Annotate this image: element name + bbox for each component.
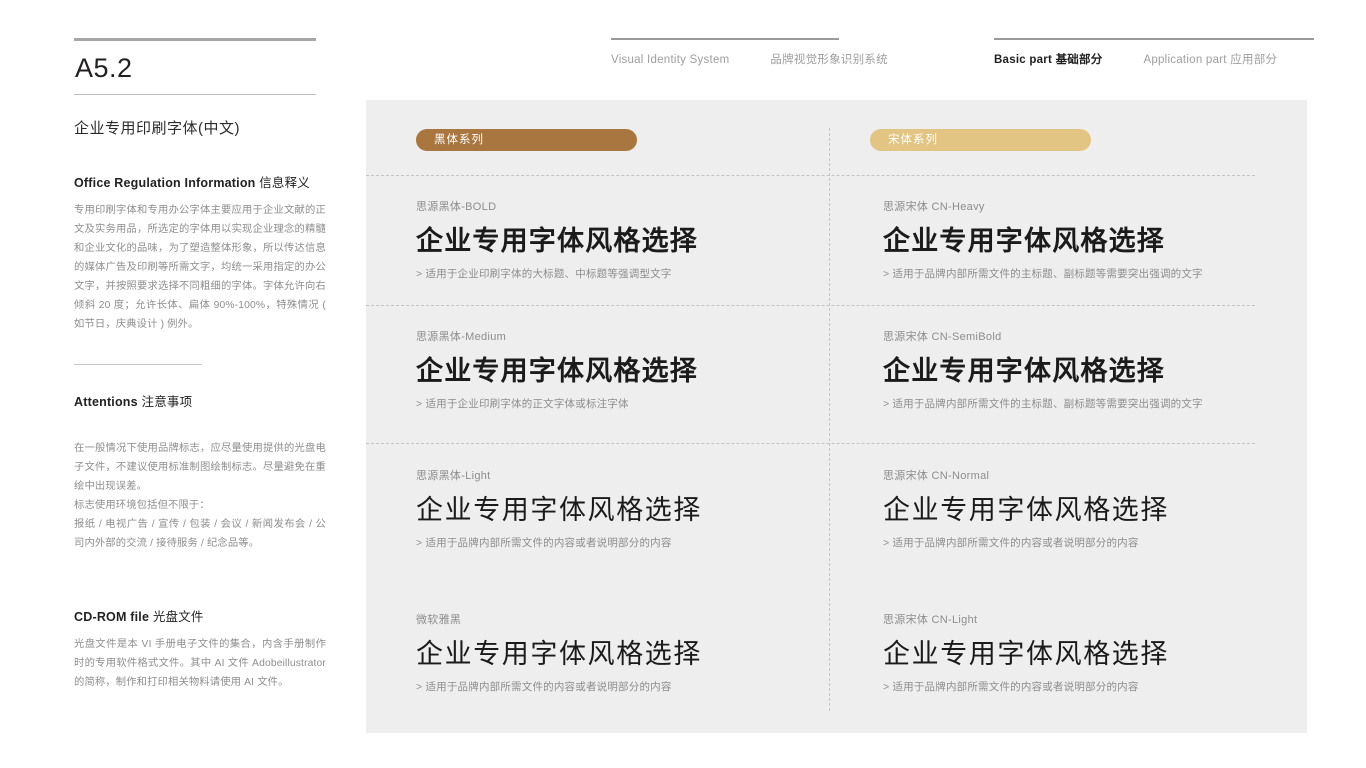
- section-heading-cn: 注意事项: [141, 395, 193, 410]
- grid-horizontal-divider: [366, 443, 1255, 444]
- font-sample-name: 思源黑体-BOLD: [416, 201, 497, 213]
- font-sample-text: 企业专用字体风格选择: [883, 639, 1169, 669]
- category-pill-heiti: 黑体系列: [416, 129, 637, 151]
- header-system-en: Visual Identity System: [611, 54, 730, 66]
- font-sample-text: 企业专用字体风格选择: [883, 226, 1165, 256]
- section-body-text: 光盘文件是本 VI 手册电子文件的集合，内含手册制作时的专用软件格式文件。其中 …: [74, 639, 326, 689]
- font-sample-name: 思源宋体 CN-Light: [883, 614, 978, 626]
- header-system-line: Visual Identity System 品牌视觉形象识别系统: [611, 51, 911, 67]
- font-sample-note: > 适用于品牌内部所需文件的主标题、副标题等需要突出强调的文字: [883, 268, 1203, 281]
- header-nav-group: Basic part 基础部分 Application part 应用部分: [994, 38, 1324, 67]
- header-rule-left: [611, 38, 839, 40]
- header: Visual Identity System 品牌视觉形象识别系统 Basic …: [611, 38, 1314, 78]
- section-heading: Office Regulation Information 信息释义: [74, 172, 330, 191]
- page-title: 企业专用印刷字体(中文): [74, 119, 240, 137]
- font-sample-block: 思源宋体 CN-Light 企业专用字体风格选择 > 适用于品牌内部所需文件的内…: [883, 611, 1313, 694]
- font-sample-text: 企业专用字体风格选择: [416, 226, 698, 256]
- section-heading-en: Attentions: [74, 395, 138, 410]
- font-sample-note: > 适用于品牌内部所需文件的内容或者说明部分的内容: [416, 681, 672, 694]
- section-heading: CD-ROM file 光盘文件: [74, 606, 330, 625]
- section-body: 光盘文件是本 VI 手册电子文件的集合，内含手册制作时的专用软件格式文件。其中 …: [74, 635, 326, 692]
- font-sample-name: 思源宋体 CN-Heavy: [883, 201, 985, 213]
- section-attentions: Attentions 注意事项 在一般情况下使用品牌标志，应尽量使用提供的光盘电…: [74, 391, 330, 572]
- font-sample-block: 思源黑体-Medium 企业专用字体风格选择 > 适用于企业印刷字体的正文字体或…: [416, 328, 846, 411]
- header-rule-right: [994, 38, 1314, 40]
- font-sample-note: > 适用于企业印刷字体的大标题、中标题等强调型文字: [416, 268, 672, 281]
- category-pill-songti: 宋体系列: [870, 129, 1091, 151]
- section-body: 在一般情况下使用品牌标志，应尽量使用提供的光盘电子文件，不建议使用标准制图绘制标…: [74, 420, 326, 572]
- page-code: A5.2: [75, 53, 133, 83]
- section-heading: Attentions 注意事项: [74, 391, 330, 410]
- font-sample-text: 企业专用字体风格选择: [883, 356, 1165, 386]
- font-sample-block: 思源黑体-Light 企业专用字体风格选择 > 适用于品牌内部所需文件的内容或者…: [416, 467, 846, 550]
- nav-application-part-en[interactable]: Application part: [1143, 54, 1226, 66]
- section-office-regulation: Office Regulation Information 信息释义 专用印刷字…: [74, 172, 330, 334]
- font-sample-name: 微软雅黑: [416, 614, 462, 626]
- section-heading-cn: 信息释义: [259, 175, 310, 190]
- font-sample-name: 思源宋体 CN-Normal: [883, 470, 990, 482]
- grid-horizontal-divider: [366, 175, 1255, 176]
- font-sample-text: 企业专用字体风格选择: [416, 356, 698, 386]
- font-sample-text: 企业专用字体风格选择: [416, 639, 702, 669]
- section-body-text: 在一般情况下使用品牌标志，应尽量使用提供的光盘电子文件，不建议使用标准制图绘制标…: [74, 443, 326, 550]
- font-sample-text: 企业专用字体风格选择: [883, 495, 1169, 525]
- section-cdrom-file: CD-ROM file 光盘文件 光盘文件是本 VI 手册电子文件的集合，内含手…: [74, 606, 330, 692]
- nav-application-part-cn[interactable]: 应用部分: [1230, 54, 1277, 66]
- nav-basic-part-en[interactable]: Basic part: [994, 54, 1052, 66]
- font-sample-name: 思源黑体-Light: [416, 470, 491, 482]
- font-sample-name: 思源黑体-Medium: [416, 331, 507, 343]
- section-heading-en: CD-ROM file: [74, 610, 150, 625]
- section-heading-en: Office Regulation Information: [74, 175, 256, 190]
- font-sample-block: 微软雅黑 企业专用字体风格选择 > 适用于品牌内部所需文件的内容或者说明部分的内…: [416, 611, 846, 694]
- grid-horizontal-divider: [366, 305, 1255, 306]
- font-sample-note: > 适用于品牌内部所需文件的内容或者说明部分的内容: [883, 537, 1139, 550]
- sidebar-section-divider: [74, 364, 202, 366]
- font-sample-block: 思源黑体-BOLD 企业专用字体风格选择 > 适用于企业印刷字体的大标题、中标题…: [416, 198, 846, 281]
- section-body: 专用印刷字体和专用办公字体主要应用于企业文献的正文及实务用品，所选定的字体用以实…: [74, 201, 326, 334]
- main-panel: 黑体系列 宋体系列 思源黑体-BOLD 企业专用字体风格选择 > 适用于企业印刷…: [366, 100, 1307, 733]
- font-sample-block: 思源宋体 CN-Heavy 企业专用字体风格选择 > 适用于品牌内部所需文件的主…: [883, 198, 1313, 281]
- font-sample-note: > 适用于品牌内部所需文件的主标题、副标题等需要突出强调的文字: [883, 398, 1203, 411]
- nav-basic-part-cn[interactable]: 基础部分: [1056, 54, 1103, 66]
- header-system-group: Visual Identity System 品牌视觉形象识别系统: [611, 38, 911, 67]
- header-nav-line: Basic part 基础部分 Application part 应用部分: [994, 51, 1324, 67]
- header-system-cn: 品牌视觉形象识别系统: [770, 54, 888, 66]
- font-sample-name: 思源宋体 CN-SemiBold: [883, 331, 1002, 343]
- font-sample-block: 思源宋体 CN-SemiBold 企业专用字体风格选择 > 适用于品牌内部所需文…: [883, 328, 1313, 411]
- section-heading-cn: 光盘文件: [152, 610, 204, 625]
- font-sample-note: > 适用于企业印刷字体的正文字体或标注字体: [416, 398, 629, 411]
- font-sample-note: > 适用于品牌内部所需文件的内容或者说明部分的内容: [416, 537, 672, 550]
- section-body-text: 专用印刷字体和专用办公字体主要应用于企业文献的正文及实务用品，所选定的字体用以实…: [74, 204, 326, 330]
- font-sample-note: > 适用于品牌内部所需文件的内容或者说明部分的内容: [883, 681, 1139, 694]
- sidebar: A5.2 企业专用印刷字体(中文) Office Regulation Info…: [74, 38, 330, 693]
- font-sample-block: 思源宋体 CN-Normal 企业专用字体风格选择 > 适用于品牌内部所需文件的…: [883, 467, 1313, 550]
- font-sample-text: 企业专用字体风格选择: [416, 495, 702, 525]
